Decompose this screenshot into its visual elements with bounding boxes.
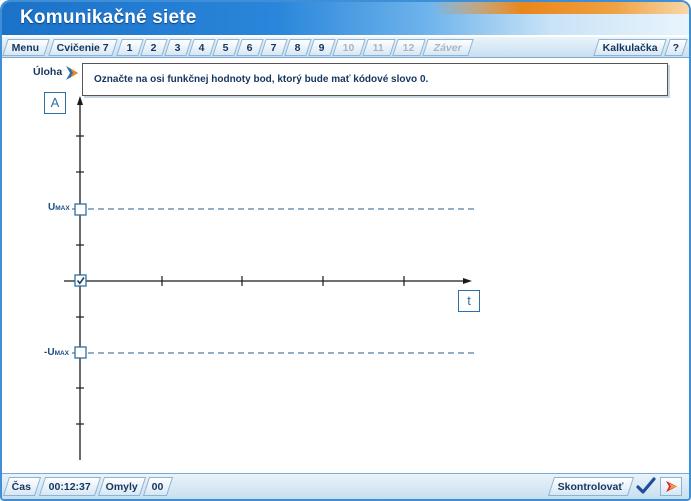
status-bar: Čas 00:12:37 Omyly 00 Skontrolovať xyxy=(2,473,689,499)
app-window: Komunikačné siete Menu Cvičenie 7 1 2 3 … xyxy=(0,0,691,501)
y-axis-label: A xyxy=(44,92,66,114)
umax-label: UMAX xyxy=(48,202,70,213)
x-axis-arrow xyxy=(463,278,472,284)
errors-value: 00 xyxy=(142,477,174,496)
next-arrow-icon[interactable] xyxy=(660,477,682,496)
point-zero-checkbox[interactable] xyxy=(74,274,87,287)
point-neg-umax-checkbox[interactable] xyxy=(74,346,87,359)
check-button[interactable]: Skontrolovať xyxy=(547,477,635,496)
time-value: 00:12:37 xyxy=(38,477,102,496)
errors-label: Omyly xyxy=(97,477,147,496)
y-axis-arrow xyxy=(77,96,83,105)
point-umax-checkbox[interactable] xyxy=(74,203,87,216)
x-axis-label: t xyxy=(458,290,480,312)
neg-umax-label: -UMAX xyxy=(44,347,70,358)
time-label: Čas xyxy=(2,477,42,496)
signal-graph xyxy=(64,96,476,460)
confirm-check-icon[interactable] xyxy=(635,477,657,496)
